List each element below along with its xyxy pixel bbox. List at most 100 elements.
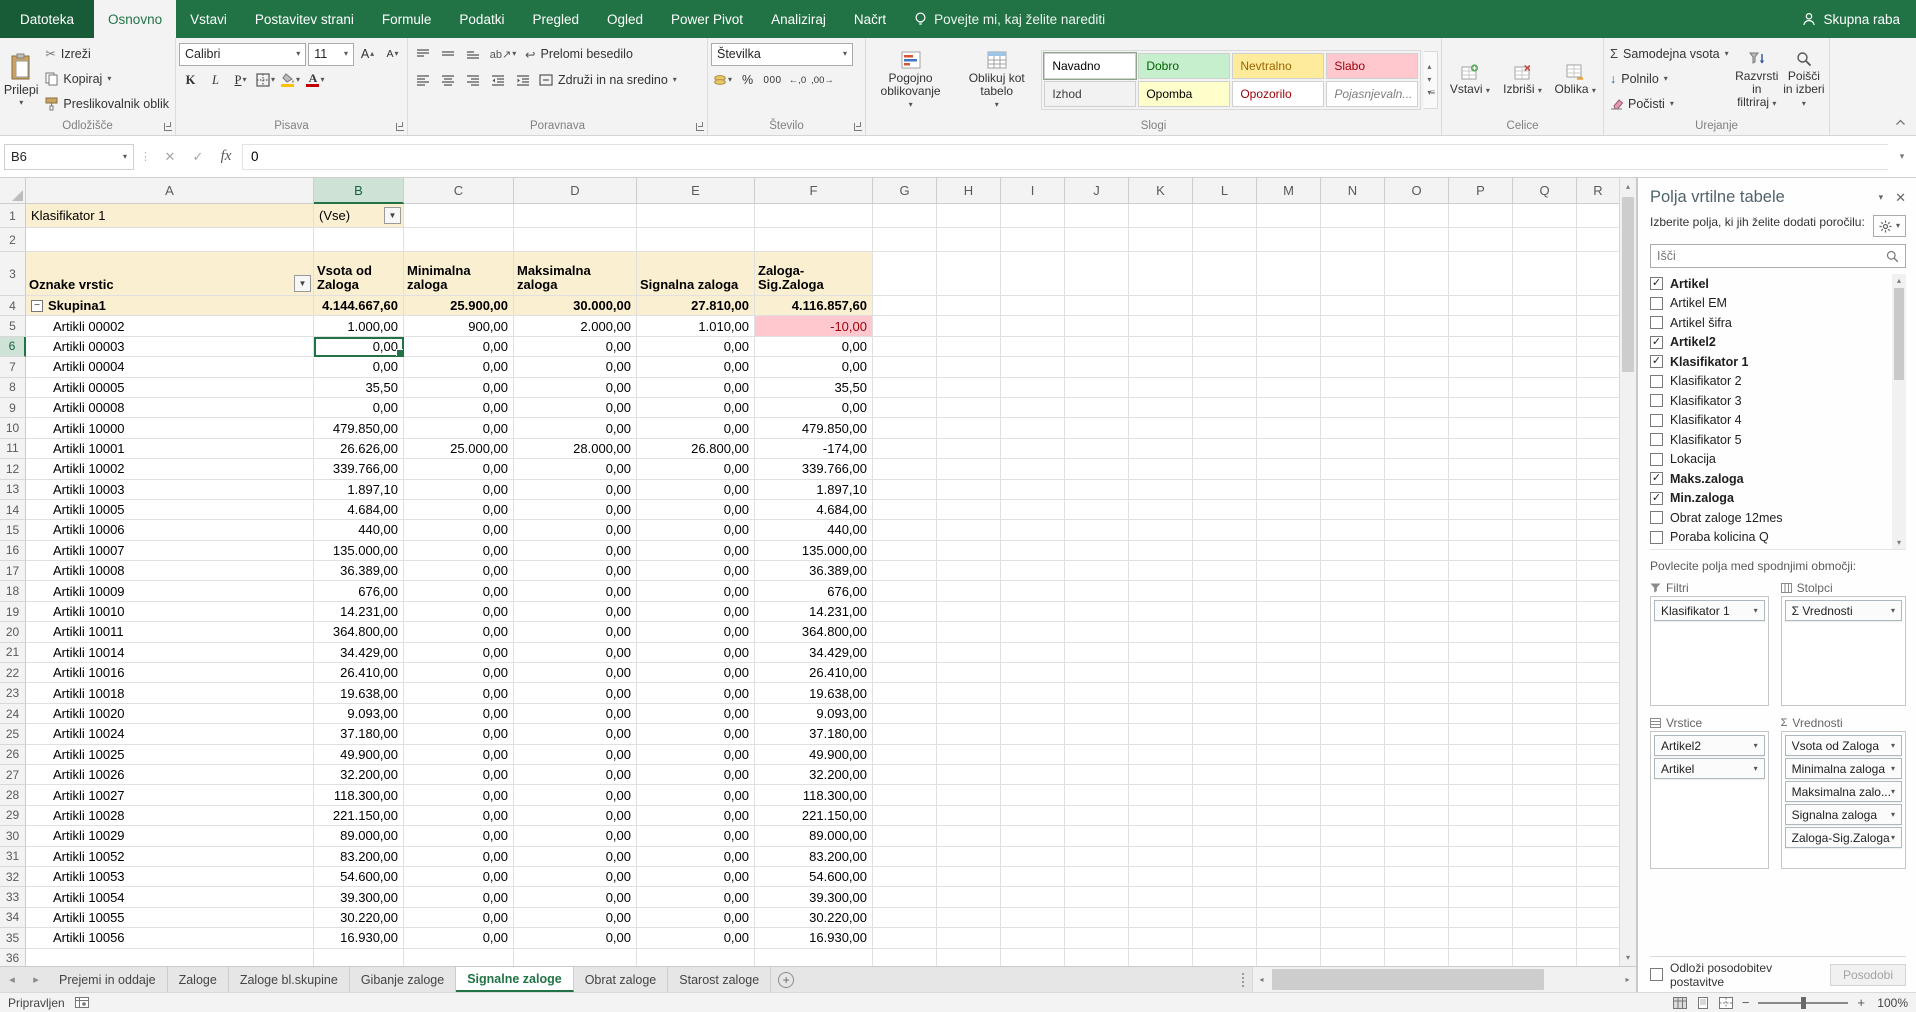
cell-l36[interactable]: [1193, 948, 1257, 966]
cell-j20[interactable]: [1065, 622, 1129, 643]
cell-n24[interactable]: [1321, 703, 1385, 725]
cell-a29[interactable]: Artikli 10028: [26, 805, 314, 827]
cell-o25[interactable]: [1385, 724, 1449, 745]
cell-o34[interactable]: [1385, 907, 1449, 929]
field-checkbox-klasifikator-4[interactable]: [1650, 413, 1663, 427]
cell-k4[interactable]: [1129, 296, 1193, 317]
dropdown-caret-icon[interactable]: ▾: [1891, 764, 1895, 773]
cell-r10[interactable]: [1577, 418, 1620, 439]
cell-l26[interactable]: [1193, 744, 1257, 765]
cell-q30[interactable]: [1513, 826, 1577, 847]
cell-d13[interactable]: 0,00: [514, 479, 637, 500]
cell-k7[interactable]: [1129, 357, 1193, 378]
ribbon-tab-formule[interactable]: Formule: [368, 0, 446, 38]
sheet-tab-obrat-zaloge[interactable]: Obrat zaloge: [574, 967, 669, 992]
cell-p35[interactable]: [1449, 928, 1513, 949]
cell-a25[interactable]: Artikli 10024: [26, 724, 314, 745]
field-list-scrollbar[interactable]: ▴ ▾: [1892, 274, 1906, 549]
cell-o22[interactable]: [1385, 663, 1449, 684]
cell-d19[interactable]: 0,00: [514, 601, 637, 623]
cell-f5[interactable]: -10,00: [755, 316, 873, 337]
row-header-14[interactable]: 14: [0, 499, 26, 521]
cell-n20[interactable]: [1321, 622, 1385, 643]
cell-g23[interactable]: [873, 683, 937, 704]
field-checkbox-artikel2[interactable]: ✓: [1650, 335, 1663, 349]
cell-o11[interactable]: [1385, 438, 1449, 460]
cell-k16[interactable]: [1129, 540, 1193, 562]
pane-options-button[interactable]: ▾: [1879, 192, 1884, 203]
sheet-tab-gibanje-zaloge[interactable]: Gibanje zaloge: [350, 967, 457, 992]
area-field-artikel2[interactable]: Artikel2 ▾: [1654, 735, 1765, 756]
cell-c1[interactable]: [404, 204, 514, 228]
cell-j23[interactable]: [1065, 683, 1129, 704]
zoom-out-button[interactable]: −: [1742, 995, 1750, 1010]
cell-f21[interactable]: 34.429,00: [755, 642, 873, 664]
cell-h17[interactable]: [937, 561, 1001, 582]
cell-c23[interactable]: 0,00: [404, 683, 514, 704]
cell-h21[interactable]: [937, 642, 1001, 664]
cell-c13[interactable]: 0,00: [404, 479, 514, 500]
cell-k1[interactable]: [1129, 204, 1193, 228]
cell-m27[interactable]: [1257, 764, 1321, 786]
share-button[interactable]: Skupna raba: [1786, 0, 1916, 38]
cell-i28[interactable]: [1001, 785, 1065, 806]
cell-r3[interactable]: [1577, 252, 1620, 296]
cell-j6[interactable]: [1065, 336, 1129, 358]
cell-l20[interactable]: [1193, 622, 1257, 643]
cell-o10[interactable]: [1385, 418, 1449, 439]
cell-i4[interactable]: [1001, 296, 1065, 317]
field-scroll-down-button[interactable]: ▾: [1892, 536, 1906, 549]
cell-j32[interactable]: [1065, 866, 1129, 888]
cell-h9[interactable]: [937, 397, 1001, 419]
cell-a18[interactable]: Artikli 10009: [26, 581, 314, 602]
cell-h11[interactable]: [937, 438, 1001, 460]
cell-d22[interactable]: 0,00: [514, 663, 637, 684]
cell-g4[interactable]: [873, 296, 937, 317]
column-header-r[interactable]: R: [1577, 178, 1620, 204]
cell-h5[interactable]: [937, 316, 1001, 337]
filters-drop-zone[interactable]: Klasifikator 1 ▾: [1650, 596, 1769, 706]
cell-q28[interactable]: [1513, 785, 1577, 806]
number-format-select[interactable]: Številka ▾: [711, 42, 853, 66]
cell-o5[interactable]: [1385, 316, 1449, 337]
cell-a14[interactable]: Artikli 10005: [26, 499, 314, 521]
cell-b35[interactable]: 16.930,00: [314, 928, 404, 949]
cell-e10[interactable]: 0,00: [637, 418, 755, 439]
row-labels-filter-button[interactable]: ▼: [294, 275, 311, 292]
cell-a36[interactable]: [26, 948, 314, 966]
cell-o31[interactable]: [1385, 846, 1449, 867]
cell-a13[interactable]: Artikli 10003: [26, 479, 314, 500]
cell-j13[interactable]: [1065, 479, 1129, 500]
cell-e7[interactable]: 0,00: [637, 357, 755, 378]
cell-f3[interactable]: Zaloga-Sig.Zaloga: [755, 252, 873, 296]
cell-o14[interactable]: [1385, 499, 1449, 521]
cell-d36[interactable]: [514, 948, 637, 966]
cell-q29[interactable]: [1513, 805, 1577, 827]
cell-p7[interactable]: [1449, 357, 1513, 378]
ribbon-tab-power-pivot[interactable]: Power Pivot: [657, 0, 757, 38]
zoom-in-button[interactable]: +: [1857, 995, 1865, 1010]
cell-n12[interactable]: [1321, 459, 1385, 480]
cell-r13[interactable]: [1577, 479, 1620, 500]
cell-i34[interactable]: [1001, 907, 1065, 929]
cell-q26[interactable]: [1513, 744, 1577, 765]
cell-e19[interactable]: 0,00: [637, 601, 755, 623]
row-header-23[interactable]: 23: [0, 683, 26, 704]
cell-b3[interactable]: Vsota od Zaloga: [314, 252, 404, 296]
cell-q22[interactable]: [1513, 663, 1577, 684]
cell-h25[interactable]: [937, 724, 1001, 745]
cell-m30[interactable]: [1257, 826, 1321, 847]
cell-a20[interactable]: Artikli 10011: [26, 622, 314, 643]
cell-h6[interactable]: [937, 336, 1001, 358]
column-header-g[interactable]: G: [873, 178, 937, 204]
cell-n15[interactable]: [1321, 520, 1385, 541]
field-checkbox-poraba-kolicina-q[interactable]: [1650, 530, 1663, 544]
cell-j30[interactable]: [1065, 826, 1129, 847]
column-header-o[interactable]: O: [1385, 178, 1449, 204]
cell-c25[interactable]: 0,00: [404, 724, 514, 745]
cell-f18[interactable]: 676,00: [755, 581, 873, 602]
cell-q33[interactable]: [1513, 887, 1577, 908]
cell-l19[interactable]: [1193, 601, 1257, 623]
cell-b6[interactable]: 0,00: [314, 336, 404, 358]
cell-b29[interactable]: 221.150,00: [314, 805, 404, 827]
